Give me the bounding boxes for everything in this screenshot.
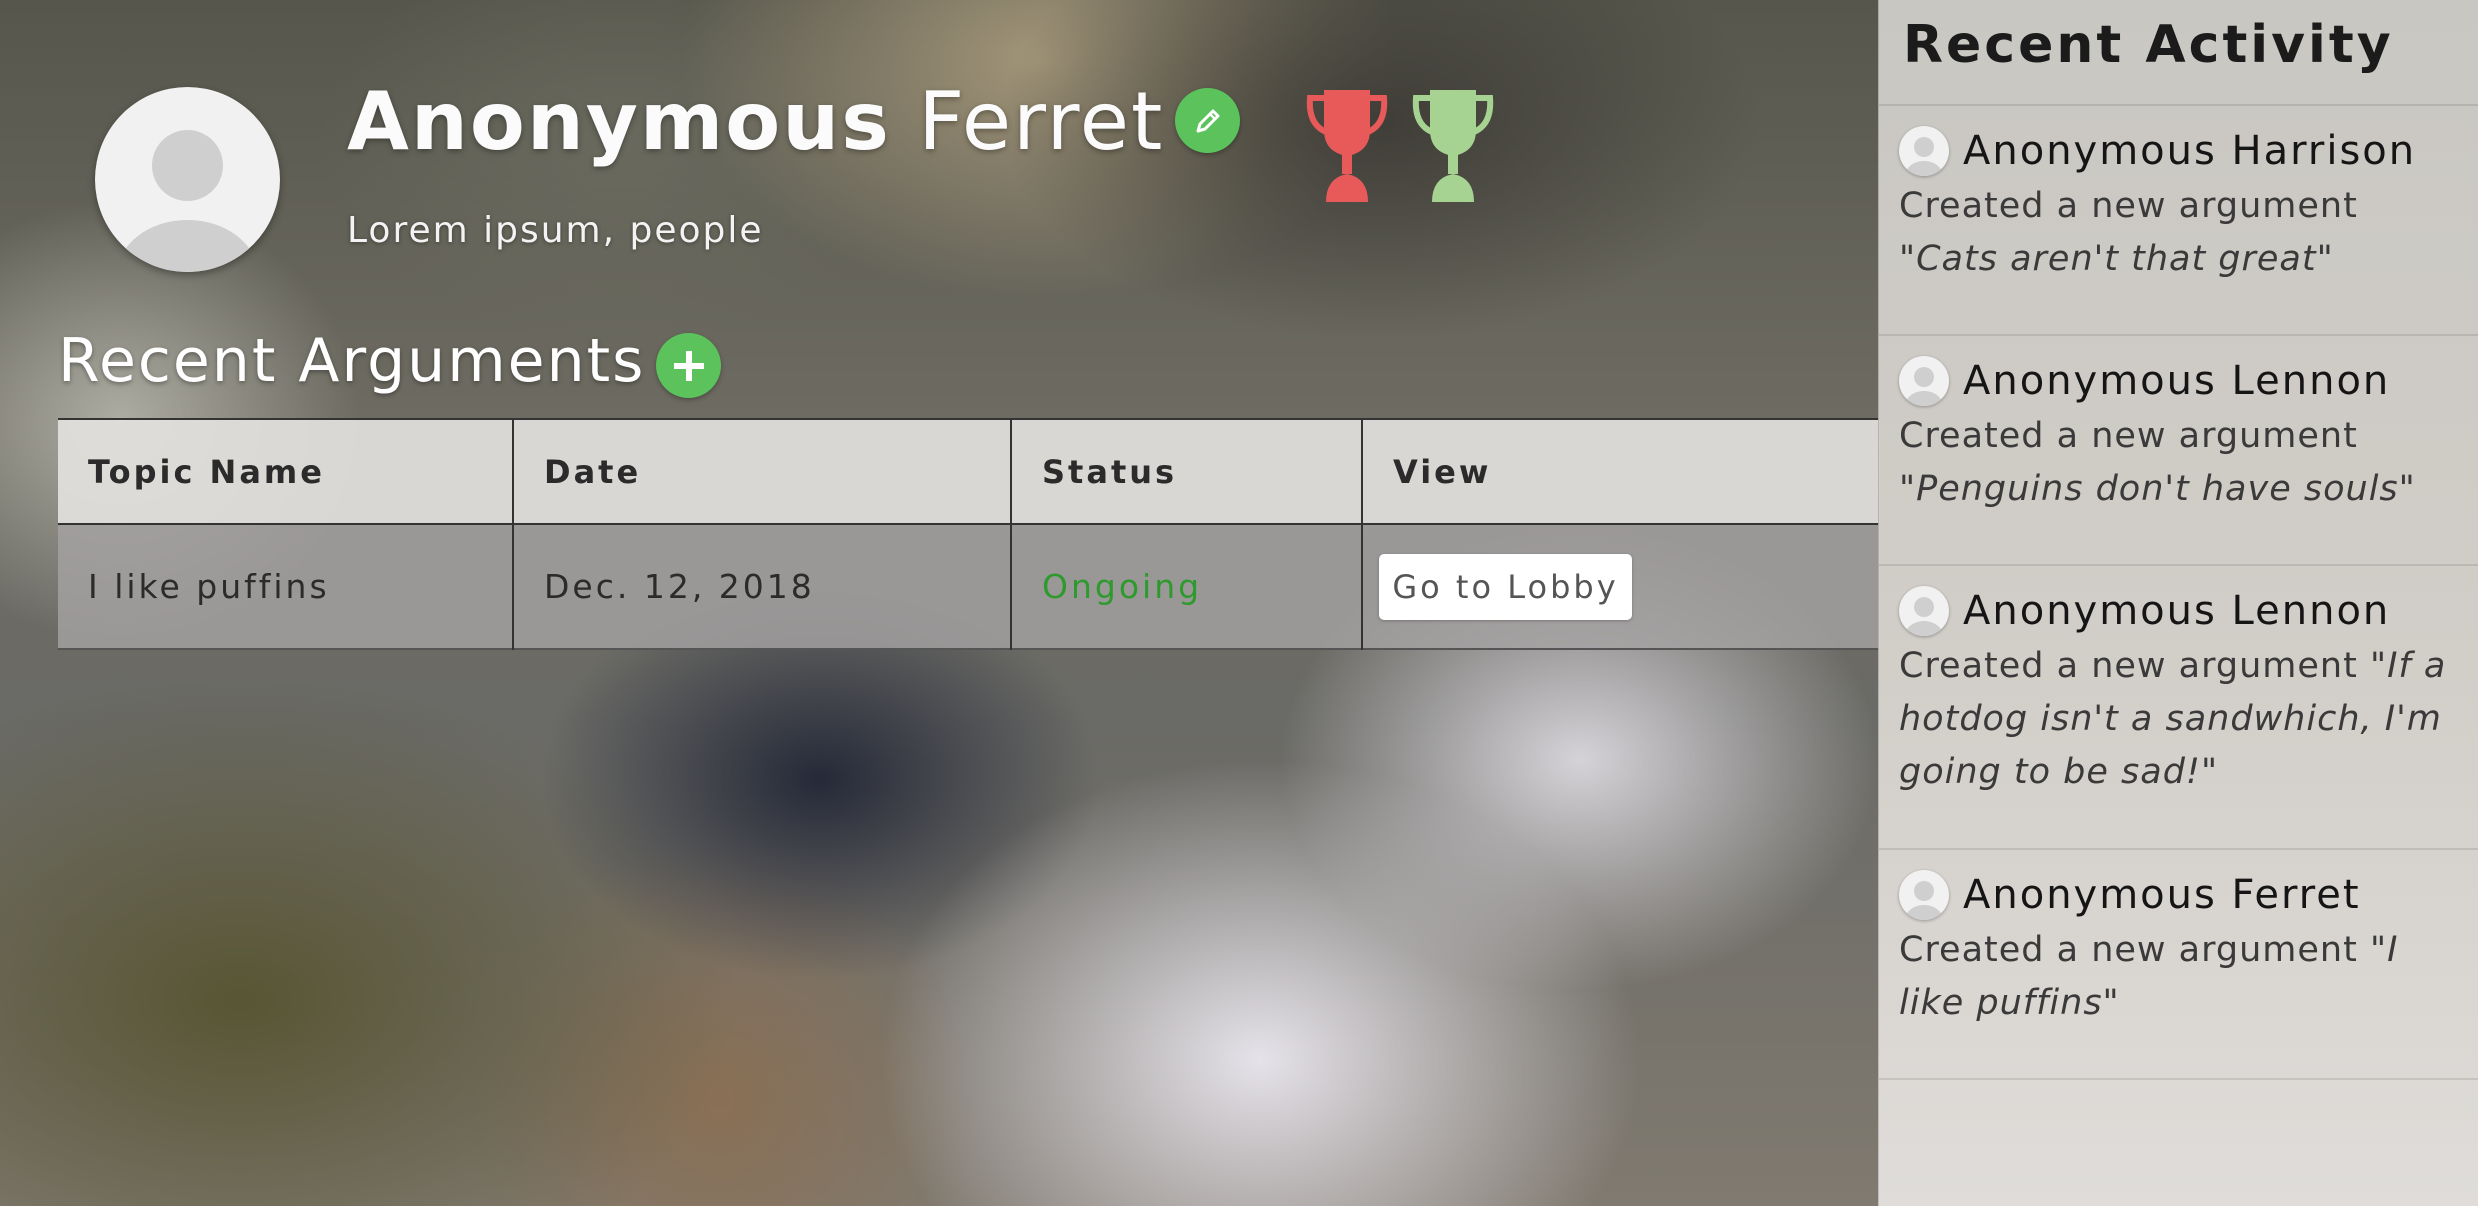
trophy-icon — [1412, 90, 1494, 202]
activity-text: Created a new argument "If a hotdog isn'… — [1899, 640, 2449, 799]
list-item: Anonymous Harrison Created a new argumen… — [1879, 106, 2478, 336]
user-avatar-icon — [1899, 126, 1949, 176]
activity-action: Created a new argument — [1899, 930, 2358, 970]
activity-action: Created a new argument — [1899, 646, 2358, 686]
add-argument-button[interactable] — [656, 333, 721, 398]
activity-header: Anonymous Lennon — [1899, 586, 2449, 636]
user-avatar-icon — [1899, 356, 1949, 406]
pencil-icon — [1196, 109, 1220, 133]
activity-user: Anonymous Ferret — [1963, 872, 2361, 918]
column-header-status: Status — [1011, 419, 1363, 525]
activity-header: Anonymous Lennon — [1899, 356, 2449, 406]
user-avatar-icon — [1899, 586, 1949, 636]
plus-icon — [674, 351, 704, 381]
profile-last-name: Ferret — [918, 75, 1165, 168]
list-item: Anonymous Ferret Created a new argument … — [1879, 850, 2478, 1080]
list-item: Anonymous Lennon Created a new argument … — [1879, 336, 2478, 566]
table-header-row: Topic Name Date Status View — [58, 419, 1880, 525]
user-avatar-icon — [1899, 870, 1949, 920]
recent-activity-title: Recent Activity — [1879, 0, 2478, 106]
activity-topic: "Penguins don't have souls" — [1899, 469, 2416, 509]
column-header-topic: Topic Name — [58, 419, 514, 525]
activity-header: Anonymous Harrison — [1899, 126, 2449, 176]
activity-action: Created a new argument — [1899, 416, 2358, 456]
arguments-table: Topic Name Date Status View I like puffi… — [58, 418, 1880, 650]
list-item: Anonymous Lennon Created a new argument … — [1879, 566, 2478, 850]
cell-date: Dec. 12, 2018 — [513, 524, 1012, 649]
activity-text: Created a new argument "Cats aren't that… — [1899, 180, 2449, 286]
activity-topic: "Cats aren't that great" — [1899, 239, 2334, 279]
profile-name: Anonymous Ferret — [347, 78, 1164, 166]
activity-user: Anonymous Lennon — [1963, 358, 2391, 404]
profile-first-name: Anonymous — [347, 75, 891, 168]
activity-text: Created a new argument "I like puffins" — [1899, 924, 2449, 1030]
avatar-body — [117, 220, 258, 272]
trophy-icon — [1306, 90, 1388, 202]
profile-avatar — [95, 87, 280, 272]
cell-topic: I like puffins — [58, 524, 514, 649]
go-to-lobby-button[interactable]: Go to Lobby — [1379, 553, 1632, 620]
activity-user: Anonymous Harrison — [1963, 128, 2417, 174]
avatar-head — [152, 130, 223, 201]
table-row: I like puffins Dec. 12, 2018 Ongoing Go … — [58, 524, 1880, 649]
activity-header: Anonymous Ferret — [1899, 870, 2449, 920]
activity-action: Created a new argument — [1899, 186, 2358, 226]
cell-view: Go to Lobby — [1362, 524, 1880, 649]
recent-activity-sidebar: Recent Activity Anonymous Harrison Creat… — [1878, 0, 2478, 1206]
column-header-date: Date — [513, 419, 1012, 525]
recent-arguments-title: Recent Arguments — [58, 326, 646, 396]
edit-profile-button[interactable] — [1175, 88, 1240, 153]
activity-text: Created a new argument "Penguins don't h… — [1899, 410, 2449, 516]
activity-user: Anonymous Lennon — [1963, 588, 2391, 634]
profile-tagline: Lorem ipsum, people — [347, 210, 764, 251]
cell-status: Ongoing — [1011, 524, 1363, 649]
column-header-view: View — [1362, 419, 1880, 525]
